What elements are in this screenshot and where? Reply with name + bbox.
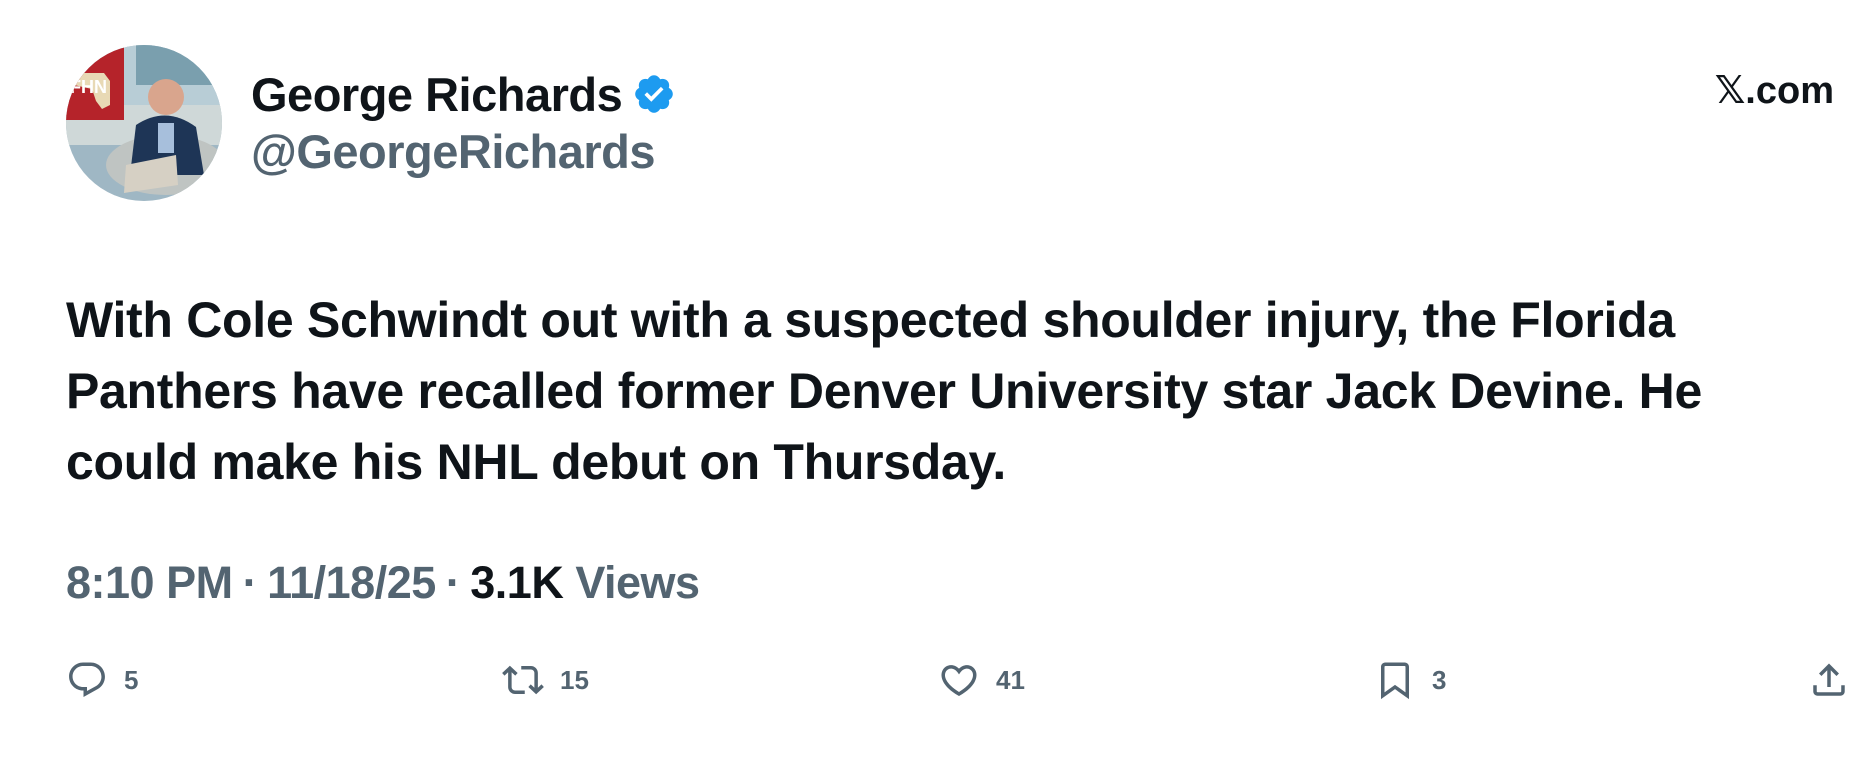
action-bar: 5 15 41 3 <box>66 658 1850 702</box>
tweet-card: FHN George Richards @GeorgeRichards 𝕏.co… <box>0 0 1864 772</box>
user-handle[interactable]: @GeorgeRichards <box>251 124 656 179</box>
avatar[interactable]: FHN <box>66 45 222 201</box>
tweet-text: With Cole Schwindt out with a suspected … <box>66 292 1702 490</box>
bookmark-icon <box>1381 662 1409 700</box>
reply-button[interactable]: 5 <box>66 658 138 702</box>
repost-icon <box>502 665 544 695</box>
source-label[interactable]: 𝕏.com <box>1715 68 1834 113</box>
meta-separator: · <box>445 557 461 608</box>
author-name-row: George Richards <box>251 64 676 124</box>
tweet-meta: 8:10 PM · 11/18/25 · 3.1K Views <box>66 557 700 609</box>
bookmark-button[interactable]: 3 <box>1374 658 1446 702</box>
tweet-time[interactable]: 8:10 PM <box>66 557 233 609</box>
like-icon <box>941 665 977 697</box>
reply-icon <box>69 662 105 697</box>
bookmark-count: 3 <box>1432 664 1447 695</box>
share-button[interactable] <box>1808 658 1850 702</box>
views-count: 3.1K <box>470 557 564 608</box>
repost-count: 15 <box>560 664 589 695</box>
svg-text:FHN: FHN <box>70 77 107 97</box>
like-button[interactable]: 41 <box>938 658 1025 702</box>
like-count: 41 <box>996 664 1025 695</box>
meta-separator: · <box>242 557 258 608</box>
views-label: Views <box>575 557 700 608</box>
tweet-date[interactable]: 11/18/25 <box>267 557 436 609</box>
display-name[interactable]: George Richards <box>251 67 623 122</box>
share-icon <box>1813 663 1845 696</box>
repost-button[interactable]: 15 <box>502 658 589 702</box>
x-logo-label: 𝕏.com <box>1714 70 1834 112</box>
verified-badge-icon <box>632 72 676 116</box>
reply-count: 5 <box>124 664 139 695</box>
